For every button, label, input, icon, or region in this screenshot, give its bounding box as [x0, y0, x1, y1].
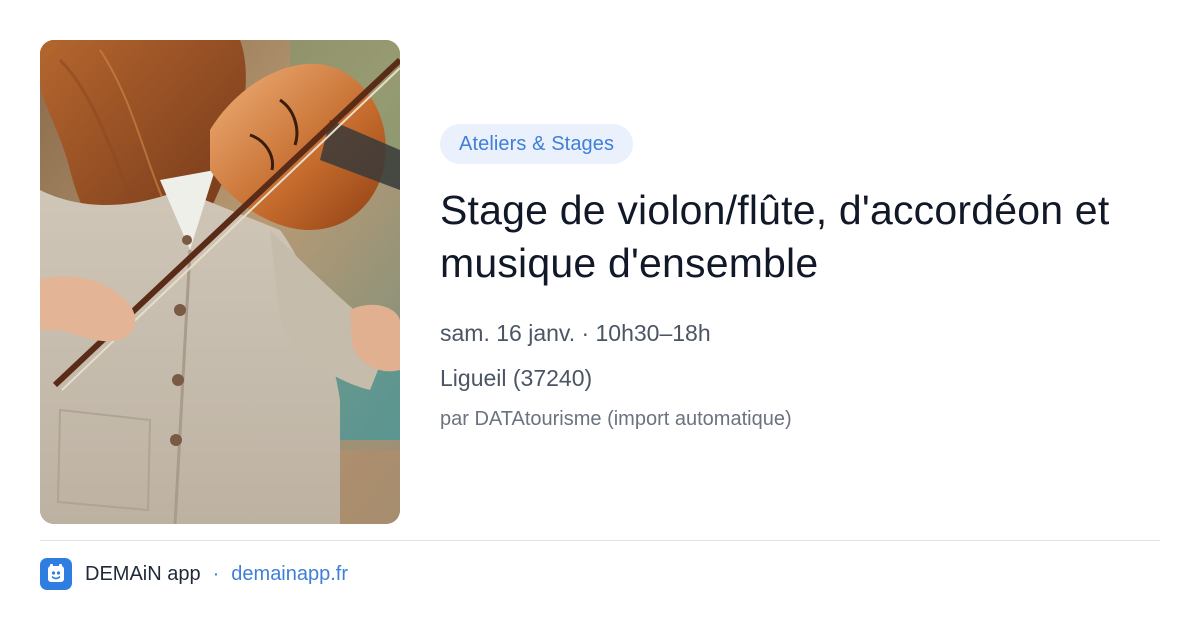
event-datetime: sam. 16 janv. · 10h30–18h: [440, 320, 711, 346]
event-photo: [40, 40, 400, 524]
footer-separator: ·: [212, 562, 220, 585]
footer-divider: [40, 540, 1160, 541]
app-logo-icon: [40, 558, 72, 590]
app-url-link[interactable]: demainapp.fr: [231, 563, 348, 586]
event-info: Ateliers & Stages Stage de violon/flûte,…: [440, 124, 1160, 432]
violin-player-image: [40, 40, 400, 524]
event-location: Ligueil (37240): [440, 365, 593, 391]
app-name: DEMAiN app: [85, 562, 201, 585]
event-title: Stage de violon/flûte, d'accordéon et mu…: [440, 187, 1110, 286]
category-tag[interactable]: Ateliers & Stages: [440, 124, 634, 164]
share-card: Ateliers & Stages Stage de violon/flûte,…: [0, 0, 1200, 630]
event-source: par DATAtourisme (import automatique): [440, 408, 792, 430]
footer: DEMAiN app · demainapp.fr: [40, 558, 348, 590]
